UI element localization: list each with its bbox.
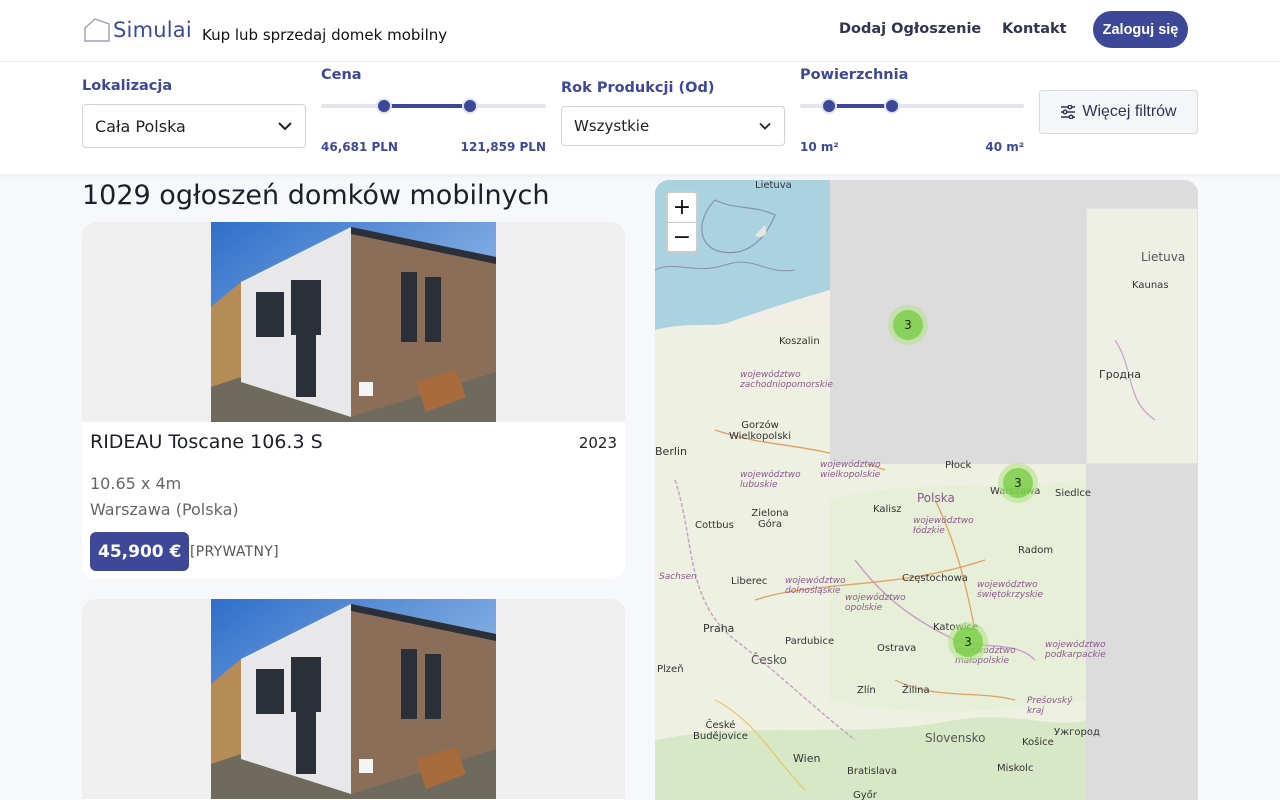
map-label: Ostrava [877, 643, 917, 654]
listing-dimensions: 10.65 x 4m [90, 474, 182, 493]
map-label: Gorzów Wielkopolski [729, 420, 791, 442]
price-min-handle[interactable] [376, 98, 392, 114]
price-min-value: 46,681 PLN [321, 140, 398, 154]
mobile-home-photo [211, 222, 496, 422]
map-label: Ужгород [1054, 727, 1100, 738]
mobile-home-photo [211, 599, 496, 799]
listings-count-title: 1029 ogłoszeń domków mobilnych [82, 180, 550, 211]
map-tiles [655, 180, 1198, 800]
map-label: województwo lubuskie [740, 470, 801, 490]
listing-card[interactable] [82, 599, 625, 800]
map-label: Zlín [857, 685, 876, 696]
map-label: Česko [751, 653, 787, 667]
zoom-out-button[interactable]: − [668, 222, 696, 251]
area-label: Powierzchnia [800, 67, 909, 83]
location-select[interactable]: Cała Polska [82, 104, 306, 148]
map-cluster-marker[interactable]: 3 [888, 305, 928, 345]
map-label: Pardubice [785, 636, 835, 647]
area-max-handle[interactable] [883, 98, 900, 114]
price-label: Cena [321, 67, 362, 83]
cluster-count: 3 [953, 627, 983, 657]
more-filters-label: Więcej filtrów [1082, 103, 1177, 120]
map-cluster-marker[interactable]: 3 [998, 463, 1038, 503]
year-label: Rok Produkcji (Od) [561, 80, 715, 96]
listing-location: Warszawa (Polska) [90, 500, 239, 519]
map-zoom-control: + − [666, 191, 698, 253]
listing-seller-type: [PRYWATNY] [190, 544, 279, 560]
location-value: Cała Polska [95, 116, 186, 136]
map-label: Prešovský kraj [1027, 696, 1073, 716]
map-label: Częstochowa [902, 573, 968, 584]
top-header: Simulai Kup lub sprzedaj domek mobilny D… [0, 0, 1280, 62]
area-max-value: 40 m² [985, 140, 1024, 154]
listing-price: 45,900 € [90, 532, 190, 571]
map-label: Praha [703, 622, 735, 635]
map-label: Liberec [731, 576, 768, 587]
map-label: województwo wielkopolskie [820, 460, 881, 480]
map-label: Bratislava [847, 766, 897, 777]
map-label: Miskolc [997, 763, 1034, 774]
area-range-fill [829, 104, 892, 108]
nav-add-listing[interactable]: Dodaj Ogłoszenie [839, 21, 981, 37]
listings-map[interactable]: Lietuva Lietuva Kaunas Гродна Koszalin w… [655, 180, 1198, 800]
cluster-count: 3 [1003, 468, 1033, 498]
map-label: České Budějovice [693, 720, 748, 742]
map-label: Zielona Góra [751, 508, 789, 530]
year-value: Wszystkie [574, 117, 650, 135]
map-label: Polska [917, 491, 955, 505]
listing-photo[interactable] [82, 599, 625, 799]
map-label: Plzeň [657, 664, 684, 675]
filter-bar: Lokalizacja Cała Polska Cena 46,681 PLN … [0, 62, 1280, 174]
sliders-icon [1061, 105, 1076, 119]
map-label: Košice [1022, 737, 1054, 748]
map-label: Koszalin [779, 336, 820, 347]
map-label: Radom [1018, 545, 1054, 556]
map-label: Győr [853, 790, 877, 800]
map-label: Slovensko [925, 731, 986, 745]
logo-text: Simulai [113, 18, 192, 42]
map-label: województwo zachodniopomorskie [740, 370, 833, 390]
listing-photo[interactable] [82, 222, 625, 422]
map-label: Kalisz [873, 504, 902, 515]
map-label: Kaunas [1132, 280, 1169, 291]
price-range-slider[interactable] [321, 98, 546, 114]
more-filters-button[interactable]: Więcej filtrów [1039, 90, 1198, 134]
map-label: Berlin [655, 445, 687, 458]
cluster-count: 3 [893, 310, 923, 340]
chevron-down-icon [278, 122, 292, 131]
location-label: Lokalizacja [82, 78, 173, 94]
map-label: województwo opolskie [845, 593, 906, 613]
tagline: Kup lub sprzedaj domek mobilny [202, 26, 448, 44]
price-max-handle[interactable] [461, 98, 478, 114]
map-label: województwo łódzkie [913, 516, 974, 536]
listing-title[interactable]: RIDEAU Toscane 106.3 S [90, 431, 323, 453]
map-label: województwo świętokrzyskie [977, 580, 1044, 600]
map-cluster-marker[interactable]: 3 [948, 622, 988, 662]
map-label: Wien [793, 752, 821, 765]
logo-house-icon [84, 18, 110, 42]
map-label: Płock [945, 460, 972, 471]
map-label: Lietuva [1141, 250, 1186, 264]
area-min-handle[interactable] [821, 98, 838, 114]
year-select[interactable]: Wszystkie [561, 106, 785, 146]
map-label: Sachsen [659, 572, 697, 582]
map-label: Cottbus [695, 520, 734, 531]
area-range-slider[interactable] [800, 98, 1024, 114]
map-label: Siedlce [1055, 488, 1092, 499]
chevron-down-icon [759, 122, 771, 130]
login-button[interactable]: Zaloguj się [1093, 11, 1188, 48]
price-max-value: 121,859 PLN [460, 140, 546, 154]
listing-card[interactable]: RIDEAU Toscane 106.3 S 2023 10.65 x 4m W… [82, 222, 625, 579]
nav-contact[interactable]: Kontakt [1002, 21, 1067, 37]
zoom-in-button[interactable]: + [668, 193, 696, 222]
map-label: województwo podkarpackie [1045, 640, 1106, 660]
price-range-fill [384, 104, 470, 108]
listing-year: 2023 [578, 434, 617, 452]
map-label: Žilina [902, 685, 930, 696]
map-label: Lietuva [755, 180, 792, 191]
map-label: Гродна [1099, 368, 1141, 381]
area-min-value: 10 m² [800, 140, 839, 154]
logo[interactable]: Simulai [82, 16, 192, 44]
